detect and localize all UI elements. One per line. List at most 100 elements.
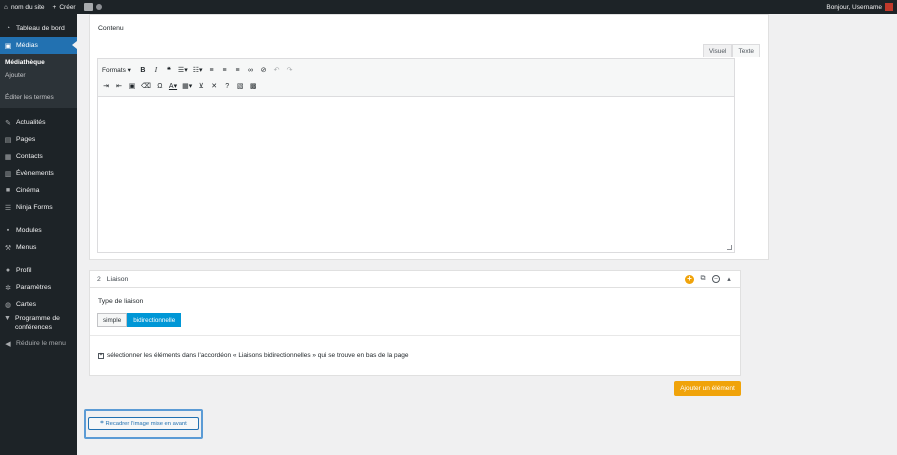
- unlink-icon[interactable]: ⊘: [260, 65, 268, 75]
- site-name[interactable]: nom du site: [11, 4, 45, 11]
- menu-item-programme[interactable]: ▼ Programme de conférences: [0, 313, 77, 335]
- admin-bar-yoast[interactable]: [83, 3, 102, 11]
- editor-tabs: Visuel Texte: [702, 44, 760, 57]
- format-select[interactable]: Formats ▾: [102, 65, 131, 75]
- menu-item-media[interactable]: ▣ Médias: [0, 37, 77, 54]
- italic-icon[interactable]: I: [152, 65, 160, 75]
- admin-sidebar: ◔ Tableau de bord ▣ Médias Médiathèque A…: [0, 14, 77, 455]
- plus-icon: +: [52, 3, 57, 11]
- add-row-icon[interactable]: +: [685, 274, 694, 284]
- outdent-icon[interactable]: ⇤: [115, 81, 123, 91]
- menu-label: Évènements: [16, 170, 54, 177]
- menu-item-cinema[interactable]: ■ Cinéma: [0, 182, 77, 199]
- menu-item-actualites[interactable]: ✎ Actualités: [0, 114, 77, 131]
- liaison-panel: 2 Liaison + ⧉ – ▴ Type de liaison simple…: [89, 270, 741, 376]
- note-text: sélectionner les éléments dans l'accordé…: [107, 352, 409, 359]
- liaison-type-toggle: simple bidirectionnelle: [97, 313, 182, 327]
- liaison-header[interactable]: 2 Liaison + ⧉ – ▴: [90, 271, 740, 288]
- remove-row-icon[interactable]: –: [712, 275, 720, 283]
- liaison-note: + sélectionner les éléments dans l'accor…: [98, 352, 409, 359]
- collapse-arrow-icon[interactable]: ▴: [725, 275, 733, 283]
- undo-icon[interactable]: ↶: [273, 65, 281, 75]
- collapse-icon: ◀: [5, 340, 11, 348]
- media-icon: ▣: [4, 42, 12, 50]
- menu-item-dashboard[interactable]: ◔ Tableau de bord: [0, 20, 77, 37]
- menu-label: Cinéma: [16, 187, 40, 194]
- status-dot-icon: [95, 4, 102, 10]
- menu-item-evenements[interactable]: ▥ Évènements: [0, 165, 77, 182]
- yoast-icon[interactable]: [83, 3, 93, 11]
- submenu-add[interactable]: Ajouter: [0, 69, 77, 82]
- help-icon[interactable]: ?: [223, 81, 231, 91]
- liaison-title: Liaison: [106, 275, 129, 283]
- menu-item-profil[interactable]: ● Profil: [0, 262, 77, 279]
- globe-icon: ◍: [4, 301, 12, 309]
- page-icon: ▤: [4, 136, 12, 144]
- align-right-icon[interactable]: ≡: [234, 65, 242, 75]
- new-label[interactable]: Créer: [59, 4, 75, 11]
- text-color-icon[interactable]: A▾: [169, 81, 177, 91]
- tab-text[interactable]: Texte: [732, 44, 760, 57]
- contenu-panel: Contenu Visuel Texte Formats ▾ B I ❝ ☰▾ …: [89, 14, 769, 260]
- menu-item-menus[interactable]: ⚒ Menus: [0, 239, 77, 256]
- avatar[interactable]: [885, 3, 893, 11]
- admin-bar-site[interactable]: ⌂ nom du site: [4, 4, 45, 11]
- duplicate-icon[interactable]: ⧉: [699, 275, 707, 283]
- bold-icon[interactable]: B: [139, 65, 147, 75]
- submenu-library[interactable]: Médiathèque: [0, 56, 77, 69]
- speech-icon: ▼: [4, 315, 11, 322]
- paste-icon[interactable]: ▣: [128, 81, 136, 91]
- menu-item-cartes[interactable]: ◍ Cartes: [0, 296, 77, 313]
- shortcode-icon[interactable]: ▩: [249, 81, 257, 91]
- submenu-edit-terms[interactable]: Éditer les termes: [0, 91, 77, 104]
- expand-icon: +: [98, 352, 104, 359]
- building-icon: ▦: [4, 153, 12, 161]
- crop-icon: ⌗: [100, 420, 104, 426]
- link-icon[interactable]: ∞: [247, 65, 255, 75]
- form-icon: ☰: [4, 204, 12, 212]
- insert-icon[interactable]: ⊻: [197, 81, 205, 91]
- numbered-list-icon[interactable]: ☷▾: [193, 65, 203, 75]
- menu-item-ninja-forms[interactable]: ☰ Ninja Forms: [0, 199, 77, 216]
- add-element-button[interactable]: Ajouter un élément: [674, 381, 741, 396]
- menu-label: Tableau de bord: [16, 25, 65, 32]
- menu-item-modules[interactable]: ▪ Modules: [0, 222, 77, 239]
- indent-icon[interactable]: ⇥: [102, 81, 110, 91]
- menu-collapse[interactable]: ◀ Réduire le menu: [0, 335, 77, 352]
- align-left-icon[interactable]: ≡: [208, 65, 216, 75]
- regenerate-thumbnail-button[interactable]: ⌗ Recadrer l'image mise en avant: [88, 417, 199, 430]
- menu-item-pages[interactable]: ▤ Pages: [0, 131, 77, 148]
- special-char-icon[interactable]: Ω: [156, 81, 164, 91]
- menu-label: Pages: [16, 136, 36, 143]
- blockquote-icon[interactable]: ❝: [165, 65, 173, 75]
- video-icon: ■: [5, 187, 11, 194]
- wrench-icon: ⚒: [4, 244, 12, 252]
- greeting[interactable]: Bonjour, Username: [826, 4, 882, 11]
- menu-item-contacts[interactable]: ▦ Contacts: [0, 148, 77, 165]
- menu-label: Modules: [16, 227, 42, 234]
- menu-label: Ninja Forms: [16, 204, 53, 211]
- option-simple[interactable]: simple: [97, 313, 128, 327]
- resize-handle-icon[interactable]: [727, 245, 732, 250]
- media-submenu: Médiathèque Ajouter Éditer les termes: [0, 54, 77, 108]
- tab-visual[interactable]: Visuel: [702, 44, 733, 57]
- admin-bar-new[interactable]: + Créer: [53, 4, 76, 11]
- bullet-list-icon[interactable]: ☰▾: [178, 65, 188, 75]
- menu-label: Contacts: [16, 153, 43, 160]
- type-label: Type de liaison: [98, 298, 144, 305]
- menu-label: Paramètres: [16, 284, 52, 291]
- gear-icon: ✲: [5, 284, 11, 292]
- align-center-icon[interactable]: ≡: [221, 65, 229, 75]
- calendar-icon: ▥: [4, 170, 12, 178]
- menu-item-parametres[interactable]: ✲ Paramètres: [0, 279, 77, 296]
- table-icon[interactable]: ▦▾: [182, 81, 192, 91]
- clear-format-icon[interactable]: ⌫: [141, 81, 151, 91]
- media-insert-icon[interactable]: ▧: [236, 81, 244, 91]
- menu-label: Médias: [16, 42, 38, 49]
- liaison-controls: + ⧉ – ▴: [685, 274, 733, 284]
- option-bidirectionnelle[interactable]: bidirectionnelle: [127, 313, 182, 327]
- remove-format-icon[interactable]: ✕: [210, 81, 218, 91]
- main-content: Contenu Visuel Texte Formats ▾ B I ❝ ☰▾ …: [77, 14, 897, 455]
- admin-bar-account[interactable]: Bonjour, Username: [826, 3, 893, 11]
- redo-icon[interactable]: ↷: [286, 65, 294, 75]
